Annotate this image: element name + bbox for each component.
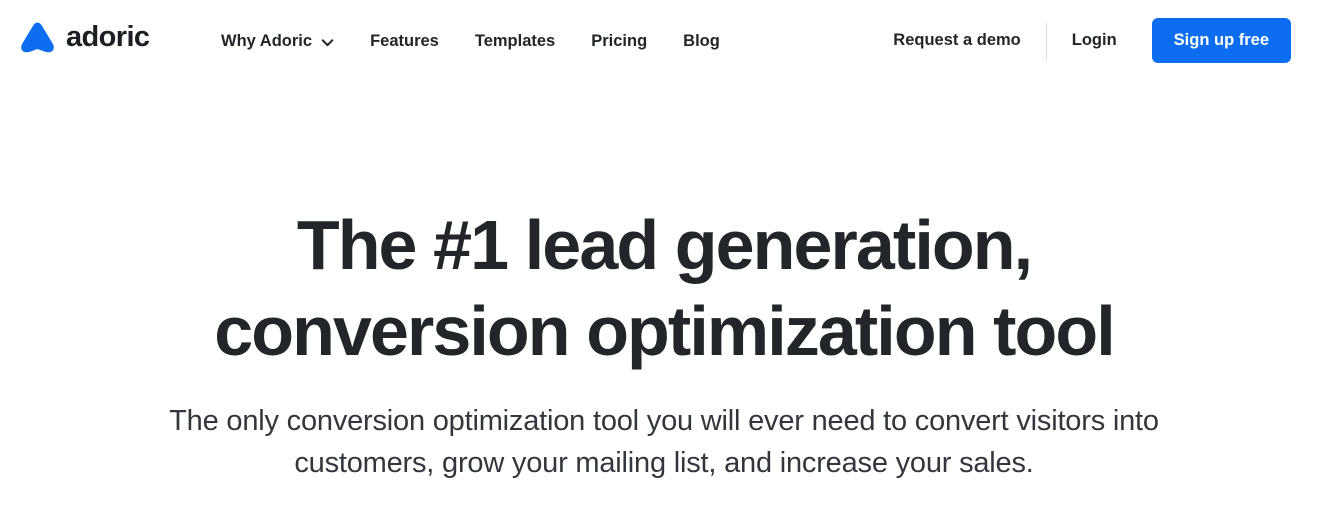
nav-item-blog[interactable]: Blog — [683, 28, 720, 54]
hero-section: The #1 lead generation, conversion optim… — [0, 81, 1328, 484]
triangle-logo-icon — [21, 22, 54, 53]
nav-item-label: Why Adoric — [221, 32, 313, 50]
hero-headline: The #1 lead generation, conversion optim… — [114, 202, 1214, 374]
hero-headline-line-2: conversion optimization tool — [214, 292, 1115, 370]
chevron-down-icon — [321, 38, 334, 46]
hero-subheadline-line-1: The only conversion optimization tool yo… — [169, 405, 1009, 437]
nav-item-label: Features — [370, 32, 439, 50]
nav-item-pricing[interactable]: Pricing — [591, 28, 647, 54]
nav-item-why-adoric[interactable]: Why Adoric — [221, 28, 334, 54]
request-demo-link[interactable]: Request a demo — [893, 18, 1020, 63]
header-actions: Request a demo Login Sign up free — [893, 18, 1291, 63]
brand-logo-link[interactable]: adoric — [20, 20, 150, 53]
hero-headline-line-1: The #1 lead generation, — [296, 206, 1033, 284]
nav-item-label: Blog — [683, 32, 720, 50]
brand-name: adoric — [66, 20, 150, 53]
hero-subheadline: The only conversion optimization tool yo… — [159, 400, 1169, 484]
nav-item-label: Pricing — [591, 32, 648, 50]
nav-item-templates[interactable]: Templates — [475, 28, 555, 54]
site-header: adoric Why Adoric Features Templates Pri… — [0, 0, 1328, 81]
nav-item-label: Templates — [474, 32, 556, 50]
login-link[interactable]: Login — [1072, 18, 1117, 63]
header-divider — [1045, 22, 1047, 59]
primary-navigation: Why Adoric Features Templates Pricing Bl… — [221, 28, 720, 54]
signup-free-button[interactable]: Sign up free — [1151, 18, 1291, 63]
nav-item-features[interactable]: Features — [370, 28, 439, 54]
